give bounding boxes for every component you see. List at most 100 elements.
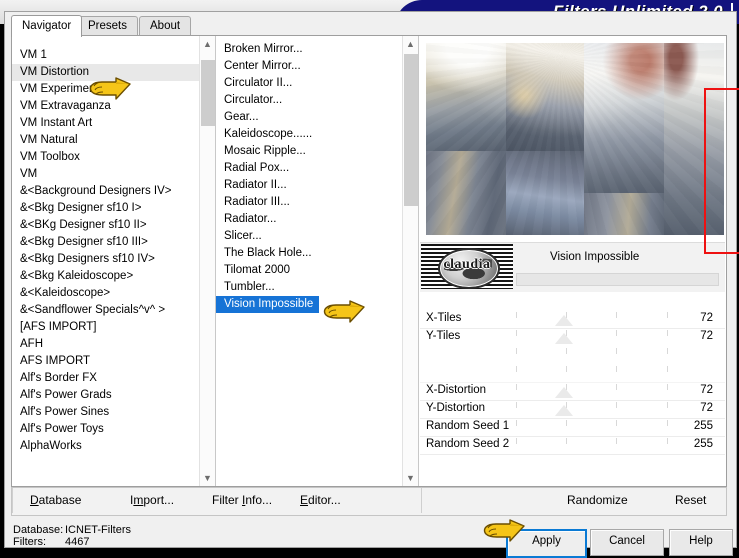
parameter-value[interactable]: 72 <box>673 402 713 414</box>
filter-item[interactable]: Center Mirror... <box>216 58 402 75</box>
category-item[interactable]: &<BKg Designer sf10 II> <box>12 217 199 234</box>
category-item[interactable]: AFH <box>12 336 199 353</box>
filter-item[interactable]: Gear... <box>216 109 402 126</box>
import-button[interactable]: Import... <box>130 493 174 507</box>
filter-list-scrollbar[interactable]: ▲ ▼ <box>402 36 419 486</box>
parameter-slider-track[interactable] <box>516 346 668 364</box>
category-item[interactable]: Alf's Power Sines <box>12 404 199 421</box>
category-item[interactable]: VM Natural <box>12 132 199 149</box>
category-item[interactable]: Alf's Border FX <box>12 370 199 387</box>
filter-item[interactable]: Circulator... <box>216 92 402 109</box>
filter-scrollbar-thumb[interactable] <box>404 54 419 206</box>
category-item[interactable]: [AFS IMPORT] <box>12 319 199 336</box>
tab-navigator[interactable]: Navigator <box>11 15 83 37</box>
parameter-row[interactable]: X-Tiles 72 <box>420 310 725 329</box>
category-list[interactable]: VM 1 VM Distortion VM Experimental VM Extra… <box>12 36 199 486</box>
parameter-row[interactable]: Y-Distortion 72 <box>420 400 725 419</box>
category-item[interactable]: &<Bkg Designers sf10 IV> <box>12 251 199 268</box>
filter-item-row[interactable]: Radial Pox... <box>216 160 402 177</box>
parameter-value[interactable]: 255 <box>673 438 713 450</box>
filter-item-row[interactable]: The Black Hole... <box>216 245 402 262</box>
editor-button[interactable]: Editor... <box>300 493 341 507</box>
filter-item-row[interactable]: Tumbler... <box>216 279 402 296</box>
parameter-value[interactable]: 72 <box>673 384 713 396</box>
filter-info-button[interactable]: Filter Info... <box>212 493 272 507</box>
parameter-value[interactable]: 255 <box>673 420 713 432</box>
category-item[interactable]: &<Background Designers IV> <box>12 183 199 200</box>
category-item[interactable]: AlphaWorks <box>12 438 199 455</box>
filter-item-row[interactable]: Center Mirror... <box>216 58 402 75</box>
filter-item-row[interactable]: Kaleidoscope...... <box>216 126 402 143</box>
category-item[interactable]: VM Toolbox <box>12 149 199 166</box>
parameter-row[interactable]: Y-Tiles 72 <box>420 328 725 347</box>
category-item[interactable]: Alf's Power Toys <box>12 421 199 438</box>
parameter-slider-track[interactable] <box>516 328 668 346</box>
filter-item[interactable]: The Black Hole... <box>216 245 402 262</box>
filter-item[interactable]: Radiator... <box>216 211 402 228</box>
apply-button[interactable]: Apply <box>506 529 587 558</box>
filter-item-row[interactable]: Gear... <box>216 109 402 126</box>
filter-item[interactable]: Tumbler... <box>216 279 402 296</box>
randomize-button[interactable]: Randomize <box>567 493 628 507</box>
preview-image[interactable] <box>426 43 724 235</box>
parameter-value[interactable]: 72 <box>673 312 713 324</box>
cancel-button[interactable]: Cancel <box>590 529 664 556</box>
filter-item-row[interactable]: Radiator... <box>216 211 402 228</box>
filter-item[interactable]: Mosaic Ripple... <box>216 143 402 160</box>
parameter-row[interactable]: X-Distortion 72 <box>420 382 725 401</box>
filter-item[interactable]: Tilomat 2000 <box>216 262 402 279</box>
database-button[interactable]: Database <box>30 493 81 507</box>
category-item[interactable]: &<Sandflower Specials^v^ > <box>12 302 199 319</box>
filter-item[interactable]: Broken Mirror... <box>216 41 402 58</box>
help-button[interactable]: Help <box>669 529 733 556</box>
filter-item-row[interactable]: Radiator II... <box>216 177 402 194</box>
parameter-slider-track[interactable] <box>516 400 668 418</box>
filter-item[interactable]: Radiator III... <box>216 194 402 211</box>
parameter-value[interactable]: 72 <box>673 330 713 342</box>
filter-item-row[interactable]: Broken Mirror... <box>216 41 402 58</box>
filter-item-row[interactable]: Circulator II... <box>216 75 402 92</box>
parameter-slider-track[interactable] <box>516 364 668 382</box>
category-item[interactable]: Alf's Power Grads <box>12 387 199 404</box>
parameter-slider-track[interactable] <box>516 382 668 400</box>
filter-item-row[interactable]: Radiator III... <box>216 194 402 211</box>
filter-item-row[interactable]: Mosaic Ripple... <box>216 143 402 160</box>
parameter-slider-track[interactable] <box>516 310 668 328</box>
category-item[interactable]: VM 1 <box>12 47 199 64</box>
filter-item-row[interactable]: Slicer... <box>216 228 402 245</box>
filter-item-selected[interactable]: Vision Impossible <box>216 296 320 313</box>
scroll-up-icon[interactable]: ▲ <box>200 36 215 52</box>
filter-item-row[interactable]: Vision Impossible <box>216 296 402 313</box>
category-item[interactable]: AFS IMPORT <box>12 353 199 370</box>
category-item[interactable]: &<Bkg Kaleidoscope> <box>12 268 199 285</box>
parameter-row[interactable]: Random Seed 1 255 <box>420 418 725 437</box>
category-item[interactable]: VM Extravaganza <box>12 98 199 115</box>
parameter-row[interactable]: Random Seed 2 255 <box>420 436 725 455</box>
filter-item[interactable]: Circulator II... <box>216 75 402 92</box>
category-item[interactable]: VM <box>12 166 199 183</box>
category-item[interactable]: VM Experimental <box>12 81 199 98</box>
category-item[interactable]: &<Bkg Designer sf10 I> <box>12 200 199 217</box>
parameter-slider-thumb[interactable] <box>555 315 574 326</box>
filter-item[interactable]: Radiator II... <box>216 177 402 194</box>
filter-scroll-up-icon[interactable]: ▲ <box>403 36 418 52</box>
filter-item-row[interactable]: Tilomat 2000 <box>216 262 402 279</box>
tab-presets[interactable]: Presets <box>77 16 138 36</box>
parameter-slider-track[interactable] <box>516 436 668 454</box>
parameter-slider-thumb[interactable] <box>555 387 574 398</box>
category-item[interactable]: VM Distortion <box>12 64 199 81</box>
parameter-slider-track[interactable] <box>516 418 668 436</box>
parameter-slider-thumb[interactable] <box>555 405 574 416</box>
category-item[interactable]: &<Kaleidoscope> <box>12 285 199 302</box>
filter-item[interactable]: Kaleidoscope...... <box>216 126 402 143</box>
tab-about[interactable]: About <box>139 16 192 36</box>
reset-button[interactable]: Reset <box>675 493 706 507</box>
filter-item[interactable]: Slicer... <box>216 228 402 245</box>
category-item[interactable]: VM Instant Art <box>12 115 199 132</box>
filter-item[interactable]: Radial Pox... <box>216 160 402 177</box>
filter-item-row[interactable]: Circulator... <box>216 92 402 109</box>
category-scrollbar-thumb[interactable] <box>201 60 216 126</box>
scroll-down-icon[interactable]: ▼ <box>200 470 215 486</box>
category-list-scrollbar[interactable]: ▲ ▼ <box>199 36 216 486</box>
filter-list[interactable]: Broken Mirror... Center Mirror... Circulat… <box>216 36 402 486</box>
